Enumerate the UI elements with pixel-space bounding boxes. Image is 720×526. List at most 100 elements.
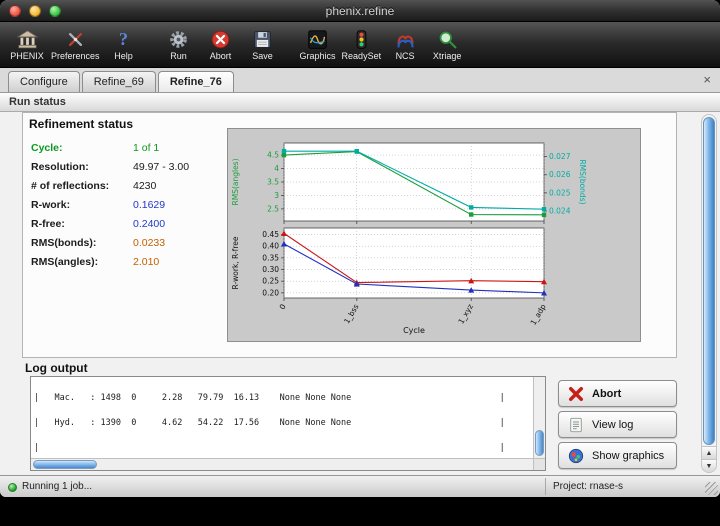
- svg-text:1_adp: 1_adp: [529, 302, 548, 326]
- readyset-traffic-light-icon: [351, 29, 372, 50]
- log-vertical-scrollbar-thumb[interactable]: [535, 430, 544, 456]
- toolbar-graphics-label: Graphics: [300, 51, 336, 61]
- stat-resolution-label: Resolution:: [31, 161, 89, 173]
- refinement-stats: Cycle: 1 of 1 Resolution: 49.97 - 3.00 #…: [23, 139, 228, 272]
- phenix-temple-icon: [17, 29, 38, 50]
- stat-rwork-label: R-work:: [31, 199, 70, 211]
- stat-row-rfree: R-free: 0.2400: [23, 215, 228, 234]
- stat-row-rms-angles: RMS(angles): 2.010: [23, 253, 228, 272]
- toolbar-readyset-button[interactable]: ReadySet: [339, 23, 385, 66]
- tab-bar: Configure Refine_69 Refine_76 ×: [0, 68, 720, 93]
- stat-row-rms-bonds: RMS(bonds): 0.0233: [23, 234, 228, 253]
- stat-cycle-value: 1 of 1: [133, 142, 159, 154]
- svg-text:0.027: 0.027: [549, 152, 571, 161]
- preferences-tools-icon: [65, 29, 86, 50]
- abort-button[interactable]: Abort: [558, 380, 677, 407]
- show-graphics-button[interactable]: Show graphics: [558, 442, 677, 469]
- stat-rms-angles-value: 2.010: [133, 256, 159, 268]
- stat-row-reflections: # of reflections: 4230: [23, 177, 228, 196]
- status-bar-divider: [545, 478, 546, 495]
- close-tab-button[interactable]: ×: [703, 73, 711, 86]
- svg-text:2.5: 2.5: [267, 204, 279, 213]
- main-scrollbar-thumb[interactable]: [703, 117, 715, 445]
- svg-text:0: 0: [278, 302, 288, 311]
- log-text: | Mac. : 1498 0 2.28 79.79 16.13 None No…: [34, 378, 532, 457]
- toolbar-abort-button[interactable]: Abort: [200, 23, 242, 66]
- log-vertical-scrollbar[interactable]: [533, 377, 545, 458]
- toolbar-preferences-button[interactable]: Preferences: [48, 23, 103, 66]
- toolbar: PHENIX Preferences ? Help Run Abort Save…: [0, 22, 720, 68]
- log-horizontal-scrollbar-thumb[interactable]: [33, 460, 97, 469]
- tab-refine-69[interactable]: Refine_69: [82, 71, 156, 92]
- svg-text:0.25: 0.25: [262, 277, 279, 286]
- stat-row-rwork: R-work: 0.1629: [23, 196, 228, 215]
- svg-text:0.024: 0.024: [549, 207, 571, 216]
- toolbar-save-button[interactable]: Save: [242, 23, 284, 66]
- tab-refine-76[interactable]: Refine_76: [158, 71, 234, 92]
- log-output-heading: Log output: [25, 361, 88, 375]
- abort-button-label: Abort: [592, 388, 621, 400]
- refinement-status-heading: Refinement status: [29, 117, 133, 131]
- window-title: phenix.refine: [0, 4, 720, 18]
- toolbar-xtriage-label: Xtriage: [433, 51, 462, 61]
- resize-grip[interactable]: [705, 482, 718, 495]
- svg-text:0.45: 0.45: [262, 230, 279, 239]
- toolbar-readyset-label: ReadySet: [342, 51, 382, 61]
- toolbar-ncs-button[interactable]: NCS: [384, 23, 426, 66]
- scroll-down-button[interactable]: ▼: [702, 459, 716, 472]
- toolbar-run-label: Run: [170, 51, 187, 61]
- toolbar-help-label: Help: [114, 51, 133, 61]
- abort-red-x-icon: [210, 29, 231, 50]
- tab-configure[interactable]: Configure: [8, 71, 80, 92]
- stat-row-resolution: Resolution: 49.97 - 3.00: [23, 158, 228, 177]
- view-log-button-label: View log: [592, 419, 633, 431]
- toolbar-phenix-button[interactable]: PHENIX: [6, 23, 48, 66]
- toolbar-preferences-label: Preferences: [51, 51, 100, 61]
- status-message: Running 1 job...: [22, 481, 92, 492]
- log-line: | |: [34, 444, 532, 452]
- refinement-status-panel: Refinement status Cycle: 1 of 1 Resoluti…: [22, 112, 677, 358]
- stat-reflections-label: # of reflections:: [31, 180, 109, 192]
- svg-text:0.20: 0.20: [262, 288, 279, 297]
- show-graphics-sphere-icon: [567, 447, 585, 465]
- log-horizontal-scrollbar[interactable]: [31, 458, 533, 470]
- svg-text:0.025: 0.025: [549, 188, 571, 197]
- titlebar[interactable]: phenix.refine: [0, 0, 720, 22]
- svg-text:3: 3: [274, 191, 279, 200]
- toolbar-run-button[interactable]: Run: [158, 23, 200, 66]
- log-scrollbar-corner: [533, 458, 545, 470]
- stat-resolution-value: 49.97 - 3.00: [133, 161, 189, 173]
- svg-text:0.40: 0.40: [262, 242, 279, 251]
- toolbar-ncs-label: NCS: [396, 51, 415, 61]
- chart-canvas: 2.533.544.50.0240.0250.0260.027RMS(angle…: [228, 129, 640, 341]
- log-line: | Mac. : 1498 0 2.28 79.79 16.13 None No…: [34, 394, 532, 402]
- toolbar-help-button[interactable]: ? Help: [103, 23, 145, 66]
- svg-text:?: ?: [119, 29, 128, 49]
- log-output-box[interactable]: | Mac. : 1498 0 2.28 79.79 16.13 None No…: [30, 376, 546, 471]
- stat-rfree-label: R-free:: [31, 218, 65, 230]
- view-log-button[interactable]: View log: [558, 411, 677, 438]
- run-status-header[interactable]: Run status: [0, 93, 720, 112]
- toolbar-graphics-button[interactable]: Graphics: [297, 23, 339, 66]
- tab-refine-76-label: Refine_76: [170, 76, 222, 88]
- ncs-ribbons-icon: [395, 29, 416, 50]
- main-scrollbar[interactable]: ▲ ▼: [701, 114, 717, 473]
- svg-text:0.30: 0.30: [262, 265, 279, 274]
- svg-text:Cycle: Cycle: [403, 326, 425, 335]
- scroll-up-button[interactable]: ▲: [702, 446, 716, 459]
- show-graphics-button-label: Show graphics: [592, 450, 664, 462]
- svg-text:4.5: 4.5: [267, 151, 279, 160]
- svg-text:0.026: 0.026: [549, 170, 571, 179]
- save-floppy-icon: [252, 29, 273, 50]
- abort-x-icon: [567, 385, 585, 403]
- toolbar-phenix-label: PHENIX: [10, 51, 44, 61]
- graphics-plot-icon: [307, 29, 328, 50]
- stat-cycle-label: Cycle:: [31, 142, 63, 154]
- toolbar-xtriage-button[interactable]: Xtriage: [426, 23, 468, 66]
- svg-text:1_xyz: 1_xyz: [456, 302, 474, 325]
- stat-rms-bonds-label: RMS(bonds):: [31, 237, 96, 249]
- stat-rwork-value: 0.1629: [133, 199, 165, 211]
- svg-text:3.5: 3.5: [267, 178, 279, 187]
- view-log-document-icon: [567, 416, 585, 434]
- running-indicator-icon: [8, 483, 17, 492]
